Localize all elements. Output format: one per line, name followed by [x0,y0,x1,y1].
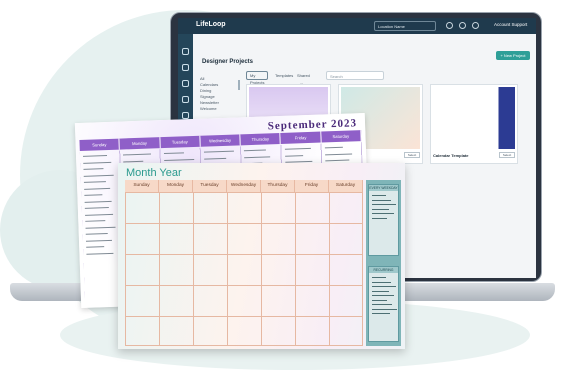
note-text-line [372,286,396,288]
day-header: Friday [295,180,329,192]
day-header: Saturday [320,130,362,143]
event-text-line [284,154,303,157]
event-text-line [83,161,112,164]
note-text-line [372,299,387,301]
day-header: Thursday [240,132,282,146]
side-note-title: RECURRING [369,267,398,273]
tab-shared[interactable]: Shared with Me [294,71,313,96]
day-header: Wednesday [227,180,261,192]
event-text-line [203,150,234,153]
notification-icon[interactable] [446,22,453,29]
search-input[interactable]: Search [326,71,384,80]
note-text-line [372,195,386,197]
location-select[interactable]: Location Name [374,21,436,31]
event-text-line [85,233,108,235]
event-text-line [284,147,311,151]
select-button[interactable]: Select [404,152,420,158]
side-note-box: EVERY WEEKDAY [368,184,399,256]
event-text-line [244,155,271,158]
side-note-box: RECURRING [368,266,399,342]
event-text-line [123,153,152,156]
day-header: Wednesday [200,134,241,147]
filter-list: All Calendars Dining Signage Newsletter … [200,76,242,112]
event-text-line [84,200,112,203]
note-text-line [372,204,396,206]
event-text-line [85,220,106,222]
event-text-line [83,174,114,177]
note-text-line [372,313,390,315]
help-icon[interactable] [459,22,466,29]
event-text-line [85,239,112,242]
event-text-line [325,159,350,162]
play-icon[interactable] [182,96,189,103]
event-text-line [83,155,108,158]
top-bar: LifeLoop Location Name Account Support [178,18,536,34]
event-text-line [324,146,343,149]
day-header: Saturday [329,180,363,192]
event-text-line [324,152,352,156]
note-text-line [372,308,397,310]
side-note-title: EVERY WEEKDAY [369,185,398,191]
calendar-side-panel: EVERY WEEKDAY RECURRING [366,180,401,346]
user-menu[interactable]: Account Support [494,22,527,27]
people-icon[interactable] [182,80,189,87]
event-text-line [85,226,116,229]
event-text-line [86,246,105,248]
note-text-line [372,217,387,219]
day-header: Tuesday [159,135,201,149]
note-text-line [372,295,394,297]
calendar-title: Month Year [126,167,182,179]
calendar-icon[interactable] [182,64,189,71]
event-text-line [86,252,114,255]
event-text-line [84,194,103,197]
note-text-line [372,277,386,279]
note-text-line [372,208,389,210]
card-thumbnail [433,87,515,149]
event-text-line [123,160,144,163]
note-text-line [372,281,391,283]
day-header: Sunday [125,180,159,192]
filter-item[interactable]: Welcome [200,106,242,112]
event-text-line [84,206,109,210]
project-card[interactable]: Calendar Template Select [430,84,518,164]
day-header: Monday [159,180,193,192]
tab-my-projects[interactable]: My Projects [246,71,269,85]
select-button[interactable]: Select [499,152,515,158]
day-header: Thursday [261,180,295,192]
new-project-button[interactable]: + New Project [496,51,530,60]
day-header: Tuesday [193,180,227,192]
design-icon[interactable] [182,112,189,119]
event-text-line [244,149,267,152]
event-text-line [204,157,227,160]
event-text-line [83,168,104,171]
event-text-line [163,158,194,161]
settings-icon[interactable] [472,22,479,29]
note-text-line [372,213,394,215]
filter-scrollbar[interactable] [238,80,240,90]
note-text-line [372,290,389,292]
note-text-line [372,199,391,201]
day-header-row: Sunday Monday Tuesday Wednesday Thursday… [125,180,363,192]
day-header: Sunday [79,138,121,151]
tab-templates[interactable]: Templates [272,71,296,80]
event-text-line [84,187,111,190]
calendar-grid: Sunday Monday Tuesday Wednesday Thursday… [125,180,363,346]
event-text-line [83,181,106,184]
calendar-day-cells [125,192,363,346]
day-header: Friday [280,131,322,144]
home-icon[interactable] [182,48,189,55]
day-header: Monday [119,137,161,150]
note-text-line [372,304,392,306]
month-calendar-template: Month Year Sunday Monday Tuesday Wednesd… [118,163,405,349]
page-title: Designer Projects [202,59,254,65]
event-text-line [85,213,114,216]
event-text-line [163,152,184,155]
app-logo[interactable]: LifeLoop [196,21,226,28]
card-name: Calendar Template [433,153,469,158]
